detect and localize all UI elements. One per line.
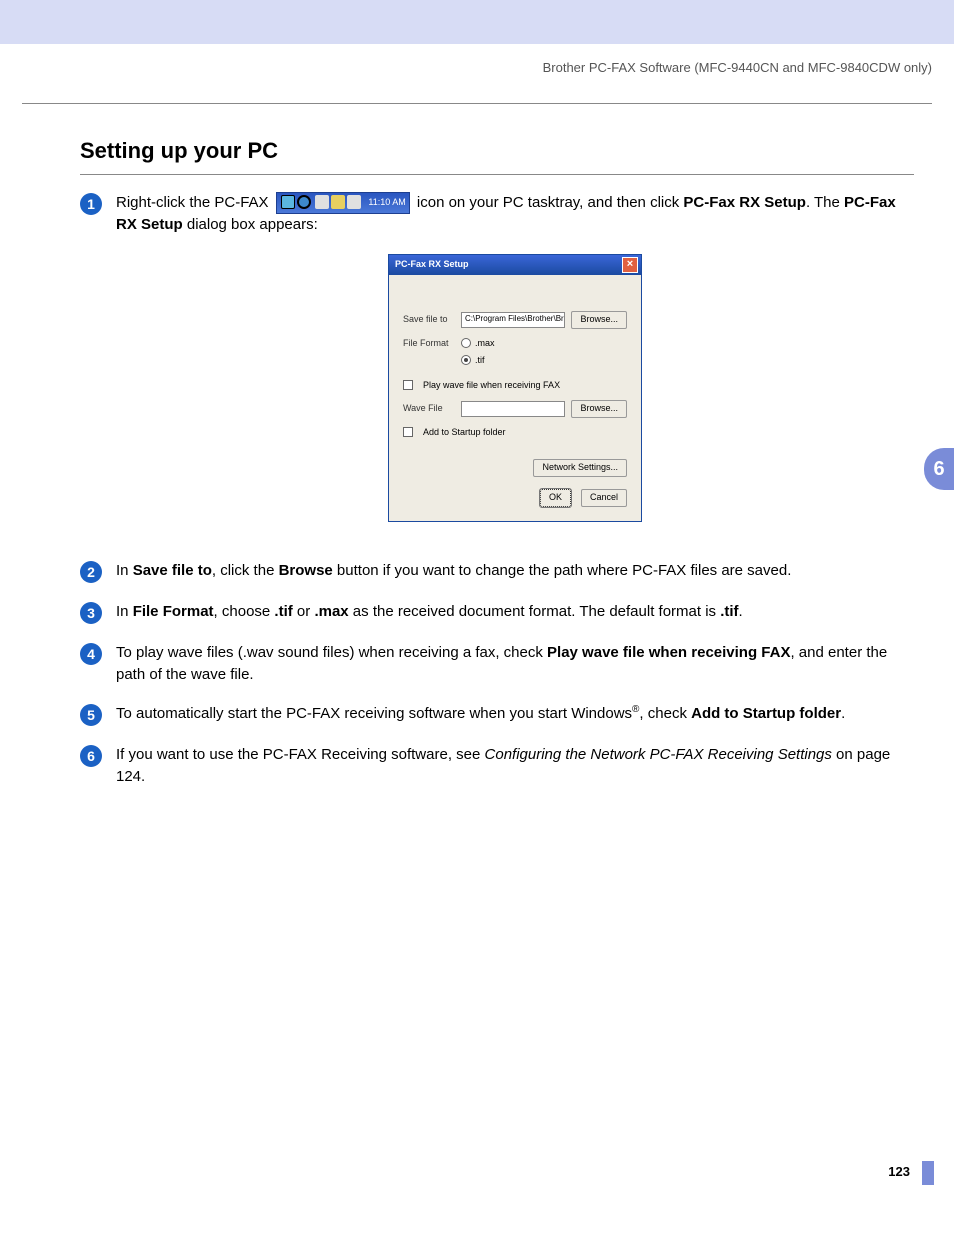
step-bullet-6: 6 <box>80 745 102 767</box>
page-header-breadcrumb: Brother PC-FAX Software (MFC-9440CN and … <box>22 60 932 104</box>
step-bullet-2: 2 <box>80 561 102 583</box>
wave-file-row: Wave File Browse... <box>403 400 627 418</box>
step-bullet-3: 3 <box>80 602 102 624</box>
text: To play wave files (.wav sound files) wh… <box>116 644 547 661</box>
text: icon on your PC tasktray, and then click <box>417 194 684 211</box>
tasktray-icon: 11:10 AM <box>276 192 410 214</box>
page-number: 123 <box>888 1164 910 1179</box>
text-bold: Play wave file when receiving FAX <box>547 644 790 661</box>
play-wave-checkbox[interactable] <box>403 380 413 390</box>
radio-tif[interactable] <box>461 355 471 365</box>
text: or <box>293 603 315 620</box>
text-bold: Add to Startup folder <box>691 705 841 722</box>
text: In <box>116 562 133 579</box>
text-bold: File Format <box>133 603 214 620</box>
radio-tif-label: .tif <box>475 355 485 365</box>
tray-icon <box>331 195 345 209</box>
steps-list: 1 Right-click the PC-FAX 11:10 AM icon o… <box>80 192 914 806</box>
radio-max[interactable] <box>461 338 471 348</box>
dialog-screenshot: PC-Fax RX Setup × Save file to C:\Progra… <box>116 254 914 522</box>
network-settings-row: Network Settings... <box>403 459 627 477</box>
step-bullet-1: 1 <box>80 193 102 215</box>
browse-button[interactable]: Browse... <box>571 400 627 418</box>
play-wave-label: Play wave file when receiving FAX <box>423 379 560 392</box>
text: , check <box>639 705 691 722</box>
ok-button[interactable]: OK <box>540 489 571 507</box>
tray-icon <box>315 195 329 209</box>
step-1: 1 Right-click the PC-FAX 11:10 AM icon o… <box>80 192 914 542</box>
save-file-to-label: Save file to <box>403 313 455 326</box>
dialog-actions: OK Cancel <box>403 489 627 507</box>
file-format-label: File Format <box>403 337 455 350</box>
section-heading: Setting up your PC <box>80 138 914 175</box>
page-top-band <box>0 0 954 44</box>
save-file-to-input[interactable]: C:\Program Files\Brother\Brmfl04a\ <box>461 312 565 328</box>
text: button if you want to change the path wh… <box>333 562 792 579</box>
step-6: 6 If you want to use the PC-FAX Receivin… <box>80 744 914 788</box>
step-body: To automatically start the PC-FAX receiv… <box>116 703 914 726</box>
wave-file-input[interactable] <box>461 401 565 417</box>
text: To automatically start the PC-FAX receiv… <box>116 705 632 722</box>
step-body: Right-click the PC-FAX 11:10 AM icon on … <box>116 192 914 542</box>
page-edge-marker <box>922 1161 934 1185</box>
step-3: 3 In File Format, choose .tif or .max as… <box>80 601 914 624</box>
text-italic-link: Configuring the Network PC-FAX Receiving… <box>485 746 832 763</box>
tray-icon <box>281 195 295 209</box>
save-row: Save file to C:\Program Files\Brother\Br… <box>403 311 627 329</box>
tray-clock: 11:10 AM <box>368 196 405 209</box>
startup-row: Add to Startup folder <box>403 426 627 439</box>
network-settings-button[interactable]: Network Settings... <box>533 459 627 477</box>
text: dialog box appears: <box>183 216 318 233</box>
close-icon[interactable]: × <box>622 257 638 273</box>
startup-checkbox[interactable] <box>403 427 413 437</box>
step-body: If you want to use the PC-FAX Receiving … <box>116 744 914 788</box>
format-row: File Format .max .tif <box>403 337 627 367</box>
step-body: To play wave files (.wav sound files) wh… <box>116 642 914 686</box>
text: as the received document format. The def… <box>349 603 721 620</box>
radio-max-label: .max <box>475 338 495 348</box>
step-bullet-5: 5 <box>80 704 102 726</box>
text: . <box>739 603 743 620</box>
text: . The <box>806 194 844 211</box>
step-5: 5 To automatically start the PC-FAX rece… <box>80 703 914 726</box>
tray-icon-highlighted <box>297 195 311 209</box>
step-bullet-4: 4 <box>80 643 102 665</box>
text: . <box>841 705 845 722</box>
dialog-title-text: PC-Fax RX Setup <box>395 258 469 271</box>
cancel-button[interactable]: Cancel <box>581 489 627 507</box>
text: , click the <box>212 562 279 579</box>
text-bold: Browse <box>279 562 333 579</box>
text-bold: .max <box>314 603 348 620</box>
text-bold: PC-Fax RX Setup <box>683 194 806 211</box>
text-bold: Save file to <box>133 562 212 579</box>
step-body: In Save file to, click the Browse button… <box>116 560 914 583</box>
wave-file-label: Wave File <box>403 402 455 415</box>
tray-icon <box>347 195 361 209</box>
step-body: In File Format, choose .tif or .max as t… <box>116 601 914 624</box>
format-options: .max .tif <box>461 337 495 367</box>
dialog-titlebar: PC-Fax RX Setup × <box>389 255 641 275</box>
dialog-body: Save file to C:\Program Files\Brother\Br… <box>389 275 641 521</box>
startup-label: Add to Startup folder <box>423 426 506 439</box>
text: If you want to use the PC-FAX Receiving … <box>116 746 485 763</box>
step-4: 4 To play wave files (.wav sound files) … <box>80 642 914 686</box>
text: In <box>116 603 133 620</box>
step-2: 2 In Save file to, click the Browse butt… <box>80 560 914 583</box>
play-wave-row: Play wave file when receiving FAX <box>403 379 627 392</box>
text-bold: .tif <box>720 603 738 620</box>
text: Right-click the PC-FAX <box>116 194 273 211</box>
chapter-tab: 6 <box>924 448 954 490</box>
text-bold: .tif <box>274 603 292 620</box>
pcfax-rx-setup-dialog: PC-Fax RX Setup × Save file to C:\Progra… <box>388 254 642 522</box>
browse-button[interactable]: Browse... <box>571 311 627 329</box>
text: , choose <box>214 603 275 620</box>
